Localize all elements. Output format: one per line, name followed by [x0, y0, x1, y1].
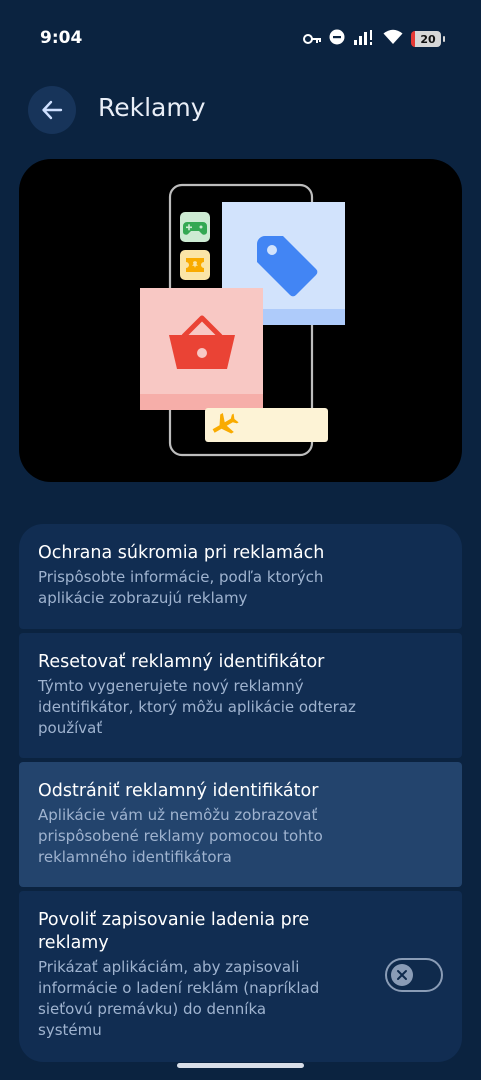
ad-debug-logging-toggle[interactable] — [385, 958, 443, 992]
desc-line: Prispôsobte informácie, podľa ktorých — [38, 568, 324, 586]
wifi-icon — [383, 29, 403, 49]
signal-icon — [353, 29, 375, 49]
item-description: Prikázať aplikáciám, aby zapisovali info… — [38, 957, 358, 1041]
battery-icon: 20 — [411, 31, 445, 47]
do-not-disturb-icon — [329, 29, 345, 49]
item-title: Resetovať reklamný identifikátor — [38, 652, 325, 672]
ticket-icon — [180, 250, 210, 280]
desc-line: prispôsobené reklamy pomocou tohto — [38, 827, 323, 845]
arrow-left-icon — [42, 100, 63, 120]
status-time: 9:04 — [40, 28, 83, 48]
reset-ad-id-item[interactable]: Resetovať reklamný identifikátor Týmto v… — [19, 633, 462, 758]
desc-line: sieťovú premávku) do denníka — [38, 1000, 267, 1018]
key-icon — [303, 30, 321, 49]
back-button[interactable] — [28, 86, 76, 134]
item-title: Ochrana súkromia pri reklamách — [38, 543, 325, 563]
ads-illustration — [19, 159, 462, 482]
home-indicator[interactable] — [177, 1063, 304, 1068]
title-line: Povoliť zapisovanie ladenia pre — [38, 910, 310, 930]
gamepad-icon — [180, 212, 210, 242]
desc-line: Aplikácie vám už nemôžu zobrazovať — [38, 806, 318, 824]
desc-line: reklamného identifikátora — [38, 848, 232, 866]
flight-card — [205, 408, 328, 442]
item-title: Odstrániť reklamný identifikátor — [38, 781, 319, 801]
close-icon — [397, 970, 407, 980]
toggle-knob — [391, 964, 413, 986]
desc-line: systému — [38, 1021, 102, 1039]
status-icons: 20 — [303, 28, 445, 50]
basket-card — [140, 288, 263, 410]
ad-debug-logging-item[interactable]: Povoliť zapisovanie ladenia pre reklamy … — [19, 891, 462, 1062]
desc-line: informácie o ladení reklám (napríklad — [38, 979, 320, 997]
title-line: reklamy — [38, 933, 109, 953]
desc-line: Týmto vygenerujete nový reklamný — [38, 677, 304, 695]
ad-privacy-item[interactable]: Ochrana súkromia pri reklamách Prispôsob… — [19, 524, 462, 629]
desc-line: používať — [38, 719, 103, 737]
item-description: Prispôsobte informácie, podľa ktorých ap… — [38, 567, 444, 609]
status-bar: 9:04 20 — [0, 0, 481, 70]
desc-line: aplikácie zobrazujú reklamy — [38, 589, 248, 607]
settings-list: Ochrana súkromia pri reklamách Prispôsob… — [19, 524, 462, 1066]
battery-level: 20 — [420, 32, 436, 46]
desc-line: Prikázať aplikáciám, aby zapisovali — [38, 958, 300, 976]
desc-line: identifikátor, ktorý môžu aplikácie odte… — [38, 698, 356, 716]
page-title: Reklamy — [98, 93, 206, 122]
item-description: Týmto vygenerujete nový reklamný identif… — [38, 676, 444, 739]
delete-ad-id-item[interactable]: Odstrániť reklamný identifikátor Aplikác… — [19, 762, 462, 887]
item-description: Aplikácie vám už nemôžu zobrazovať prisp… — [38, 805, 444, 868]
item-title: Povoliť zapisovanie ladenia pre reklamy — [38, 909, 358, 955]
